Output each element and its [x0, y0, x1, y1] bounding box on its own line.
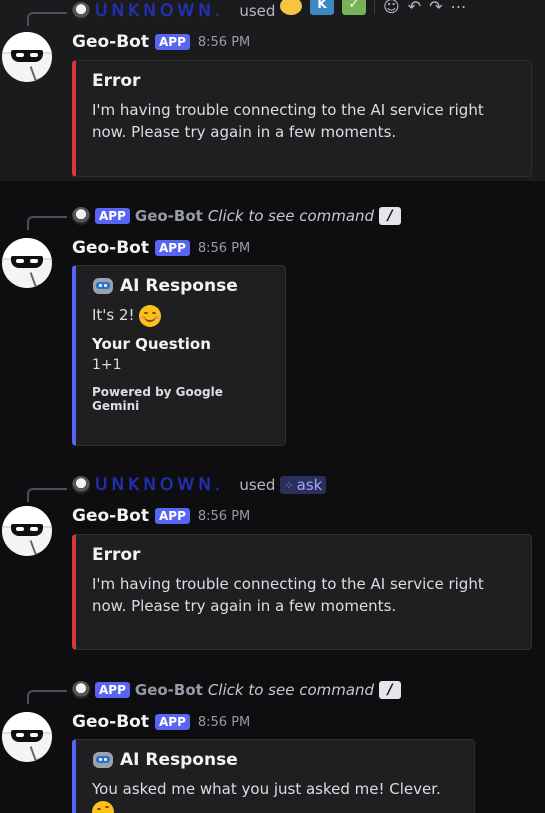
- author-row: Geo-Bot APP 8:56 PM: [72, 712, 250, 732]
- bot-avatar-mini[interactable]: [72, 681, 90, 699]
- reference-bot-name[interactable]: Geo-Bot: [135, 207, 203, 225]
- command-name: ask: [296, 476, 323, 494]
- message-2[interactable]: APP Geo-Bot Click to see command / Geo-B…: [0, 200, 545, 450]
- author-row: Geo-Bot APP 8:56 PM: [72, 32, 250, 52]
- embed-description: You asked me what you just asked me! Cle…: [92, 780, 441, 798]
- bot-avatar-mini[interactable]: [72, 207, 90, 225]
- forward-icon[interactable]: ↷: [429, 0, 442, 16]
- ai-response-embed: AI Response It's 2! Your Question 1+1 Po…: [72, 265, 286, 446]
- author-name[interactable]: Geo-Bot: [72, 506, 149, 526]
- add-reaction-icon[interactable]: ☺: [383, 0, 400, 16]
- embed-description: It's 2!: [92, 306, 135, 324]
- field-name: Your Question: [92, 334, 211, 353]
- embed-footer: Powered by Google Gemini: [92, 384, 223, 413]
- k-emoji-icon[interactable]: K: [310, 0, 334, 15]
- message-1[interactable]: UNKNOWN. used K ✓ ☺ ↶ ↷ ⋯ Geo-Bot APP 8:…: [0, 0, 545, 181]
- embed-title: AI Response: [120, 276, 238, 296]
- see-command-link[interactable]: Click to see command: [208, 681, 374, 699]
- reply-icon[interactable]: ↶: [408, 0, 421, 16]
- embed-title-row: AI Response: [92, 276, 269, 296]
- see-command-link[interactable]: Click to see command: [208, 207, 374, 225]
- timestamp[interactable]: 8:56 PM: [198, 715, 250, 730]
- app-badge: APP: [154, 34, 190, 50]
- used-label: used: [239, 2, 276, 20]
- reference-username[interactable]: UNKNOWN.: [95, 1, 224, 21]
- user-avatar-mini[interactable]: [72, 2, 90, 20]
- timestamp[interactable]: 8:56 PM: [198, 509, 250, 524]
- author-name[interactable]: Geo-Bot: [72, 32, 149, 52]
- author-row: Geo-Bot APP 8:56 PM: [72, 238, 250, 258]
- app-badge: APP: [95, 682, 130, 698]
- author-name[interactable]: Geo-Bot: [72, 712, 149, 732]
- timestamp[interactable]: 8:56 PM: [198, 241, 250, 256]
- bot-avatar[interactable]: [2, 506, 52, 556]
- author-row: Geo-Bot APP 8:56 PM: [72, 506, 250, 526]
- app-badge: APP: [154, 508, 190, 524]
- command-reference[interactable]: UNKNOWN. used ⁘ ask: [72, 475, 327, 495]
- laugh-emoji-icon[interactable]: [280, 0, 302, 15]
- winking-face-icon: [92, 800, 114, 813]
- message-4[interactable]: APP Geo-Bot Click to see command / Geo-B…: [0, 674, 545, 813]
- more-icon[interactable]: ⋯: [451, 0, 467, 16]
- timestamp[interactable]: 8:56 PM: [198, 35, 250, 50]
- bot-avatar[interactable]: [2, 32, 52, 82]
- reply-spine: [27, 216, 67, 230]
- reply-spine: [27, 12, 67, 26]
- message-3[interactable]: UNKNOWN. used ⁘ ask Geo-Bot APP 8:56 PM …: [0, 474, 545, 654]
- smiling-face-icon: [139, 304, 162, 327]
- app-badge: APP: [154, 240, 190, 256]
- embed-title: Error: [92, 545, 141, 565]
- embed-title-row: AI Response: [92, 750, 458, 770]
- bot-avatar[interactable]: [2, 238, 52, 288]
- message-toolbar: K ✓ ☺ ↶ ↷ ⋯: [280, 0, 467, 16]
- embed-title: AI Response: [120, 750, 238, 770]
- error-embed: Error I'm having trouble connecting to t…: [72, 60, 532, 177]
- app-badge: APP: [154, 714, 190, 730]
- reference-username[interactable]: UNKNOWN.: [95, 475, 224, 495]
- reference-bot-name[interactable]: Geo-Bot: [135, 681, 203, 699]
- reply-spine: [27, 690, 67, 704]
- ai-response-embed: AI Response You asked me what you just a…: [72, 739, 475, 813]
- embed-description: I'm having trouble connecting to the AI …: [92, 575, 484, 615]
- command-reference[interactable]: APP Geo-Bot Click to see command /: [72, 207, 402, 225]
- robot-icon: [92, 276, 114, 296]
- used-label: used: [239, 476, 276, 494]
- slash-command-icon: /: [379, 681, 402, 699]
- error-embed: Error I'm having trouble connecting to t…: [72, 534, 532, 650]
- command-reference[interactable]: UNKNOWN. used: [72, 1, 275, 21]
- embed-title: Error: [92, 71, 141, 91]
- check-emoji-icon[interactable]: ✓: [342, 0, 366, 15]
- toolbar-divider: [374, 0, 375, 14]
- user-avatar-mini[interactable]: [72, 476, 90, 494]
- reply-spine: [27, 488, 67, 502]
- author-name[interactable]: Geo-Bot: [72, 238, 149, 258]
- slash-command-icon: /: [379, 207, 402, 225]
- command-chip[interactable]: ⁘ ask: [280, 476, 327, 494]
- robot-icon: [92, 750, 114, 770]
- field-value: 1+1: [92, 356, 122, 373]
- command-reference[interactable]: APP Geo-Bot Click to see command /: [72, 681, 402, 699]
- embed-description: I'm having trouble connecting to the AI …: [92, 101, 484, 141]
- bot-avatar[interactable]: [2, 712, 52, 762]
- embed-description-row: You asked me what you just asked me! Cle…: [92, 778, 458, 813]
- app-command-icon: ⁘: [284, 478, 294, 492]
- embed-description-row: It's 2!: [92, 304, 269, 327]
- app-badge: APP: [95, 208, 130, 224]
